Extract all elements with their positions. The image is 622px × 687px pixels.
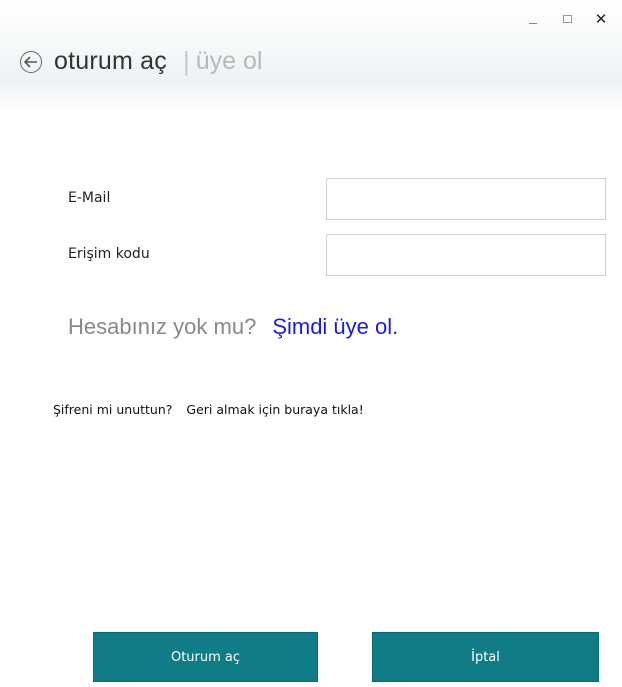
signup-prompt: Hesabınız yok mu? Şimdi üye ol. (68, 314, 398, 340)
minimize-button[interactable] (516, 8, 550, 30)
tab-login[interactable]: oturum aç (54, 47, 167, 76)
window-controls: ✕ (516, 8, 618, 30)
close-icon: ✕ (594, 10, 608, 28)
back-arrow-icon[interactable] (20, 50, 42, 73)
maximize-button[interactable] (550, 8, 584, 30)
forgot-password-link[interactable]: Geri almak için buraya tıkla! (186, 402, 363, 417)
minimize-icon (529, 22, 537, 24)
access-code-label: Erişim kodu (68, 246, 150, 262)
maximize-icon (562, 15, 572, 23)
forgot-password-question: Şifreni mi unuttun? (53, 402, 173, 417)
page-header: oturum aç | üye ol (20, 46, 262, 77)
access-code-field[interactable] (326, 234, 606, 276)
cancel-button[interactable]: İptal (372, 632, 599, 682)
email-field[interactable] (326, 178, 606, 220)
signup-question: Hesabınız yok mu? (68, 314, 257, 339)
tab-separator: | (182, 46, 190, 76)
tab-signup[interactable]: üye ol (196, 47, 263, 76)
signup-link[interactable]: Şimdi üye ol. (272, 314, 398, 340)
email-label: E-Mail (68, 190, 111, 206)
login-button[interactable]: Oturum aç (93, 632, 318, 682)
close-button[interactable]: ✕ (584, 8, 618, 30)
forgot-password-row: Şifreni mi unuttun? Geri almak için bura… (53, 402, 364, 417)
